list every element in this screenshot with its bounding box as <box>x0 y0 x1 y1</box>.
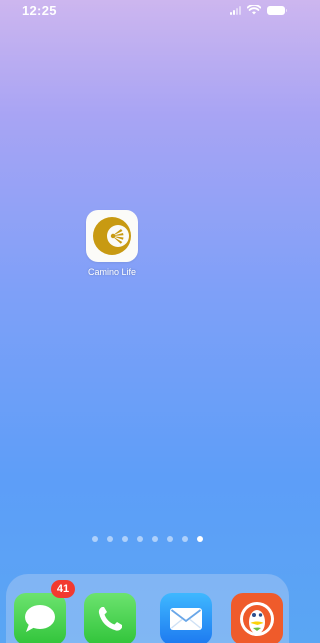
dock-app-messages[interactable] <box>14 593 66 643</box>
dock-app-duckduckgo[interactable] <box>231 593 283 643</box>
cellular-signal-icon <box>230 5 241 15</box>
phone-icon <box>98 607 122 631</box>
page-dot[interactable] <box>122 536 128 542</box>
app-label: Camino Life <box>87 267 137 277</box>
camino-shell-icon <box>86 210 138 262</box>
status-icons <box>230 5 287 15</box>
page-dot[interactable] <box>107 536 113 542</box>
battery-icon <box>267 5 287 15</box>
page-dot[interactable] <box>167 536 173 542</box>
page-dot[interactable] <box>137 536 143 542</box>
page-dot[interactable] <box>182 536 188 542</box>
duckduckgo-icon <box>240 602 274 636</box>
page-dot-active[interactable] <box>197 536 203 542</box>
page-dot[interactable] <box>92 536 98 542</box>
dock-app-mail[interactable] <box>160 593 212 643</box>
dock-app-phone[interactable] <box>84 593 136 643</box>
status-bar: 12:25 <box>0 0 295 20</box>
app-camino-life[interactable]: Camino Life <box>74 210 150 277</box>
messages-badge: 41 <box>51 580 75 598</box>
messages-icon <box>25 605 55 632</box>
status-time: 12:25 <box>22 3 57 18</box>
dock <box>6 574 289 643</box>
page-dot[interactable] <box>152 536 158 542</box>
wifi-icon <box>247 5 261 15</box>
mail-icon <box>170 608 202 630</box>
page-indicator[interactable] <box>0 536 295 542</box>
